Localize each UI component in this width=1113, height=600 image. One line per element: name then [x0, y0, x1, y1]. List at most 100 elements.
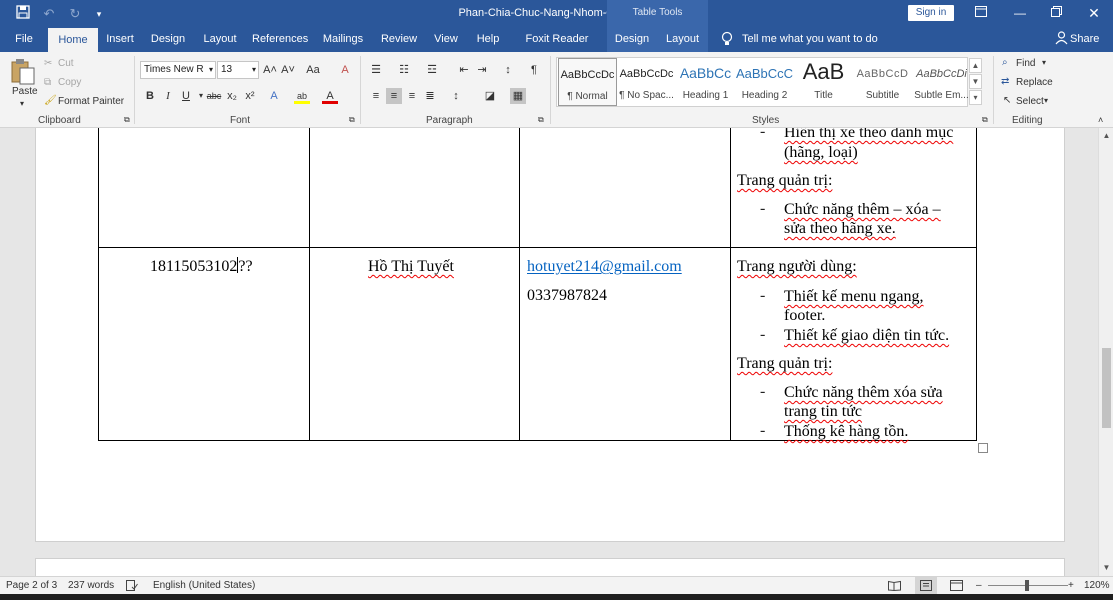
- bullet-text[interactable]: Chức năng thêm xóa sửa: [784, 383, 943, 403]
- gallery-up-icon[interactable]: ▲: [969, 58, 982, 73]
- customize-qat-icon[interactable]: ▾: [90, 5, 108, 23]
- share-button[interactable]: Share: [1070, 28, 1099, 52]
- paste-button[interactable]: Paste: [12, 86, 38, 97]
- find-button[interactable]: Find: [1016, 58, 1035, 69]
- web-layout-icon[interactable]: [950, 580, 963, 594]
- admin-heading[interactable]: Trang quản trị:: [737, 354, 832, 374]
- minimize-icon[interactable]: —: [1010, 4, 1030, 22]
- language[interactable]: English (United States): [153, 580, 255, 591]
- page-count[interactable]: Page 2 of 3: [6, 580, 57, 591]
- save-icon[interactable]: [14, 5, 32, 23]
- style-title[interactable]: AaB Title: [794, 58, 853, 106]
- strikethrough-button[interactable]: abc: [204, 88, 224, 104]
- email-link[interactable]: hotuyet214@gmail.com: [527, 257, 682, 277]
- phone-number[interactable]: 0337987824: [527, 286, 607, 306]
- justify-icon[interactable]: ≣: [422, 88, 438, 104]
- chevron-down-icon[interactable]: ▾: [209, 62, 213, 78]
- bold-button[interactable]: B: [142, 88, 158, 104]
- print-layout-button[interactable]: [915, 577, 937, 594]
- clipboard-launcher-icon[interactable]: ⧉: [124, 115, 130, 125]
- copy-button[interactable]: Copy: [58, 77, 81, 88]
- zoom-in-button[interactable]: +: [1068, 580, 1074, 591]
- admin-heading[interactable]: Trang quản trị:: [737, 171, 832, 191]
- document-page-next[interactable]: [35, 558, 1065, 576]
- tab-home[interactable]: Home: [48, 28, 98, 52]
- bullet-text[interactable]: footer.: [784, 306, 825, 326]
- align-left-icon[interactable]: ≡: [368, 88, 384, 104]
- close-icon[interactable]: ✕: [1084, 4, 1104, 22]
- tab-mailings[interactable]: Mailings: [320, 28, 366, 52]
- replace-button[interactable]: Replace: [1016, 77, 1053, 88]
- bullets-icon[interactable]: ☰: [368, 62, 384, 78]
- paste-dropdown-icon[interactable]: ▾: [20, 99, 24, 108]
- tab-insert[interactable]: Insert: [102, 28, 138, 52]
- sign-in-button[interactable]: Sign in: [908, 5, 954, 21]
- style-heading-2[interactable]: AaBbCcC Heading 2: [735, 58, 794, 106]
- zoom-level[interactable]: 120%: [1084, 580, 1110, 591]
- scroll-thumb[interactable]: [1102, 348, 1111, 428]
- style-normal[interactable]: AaBbCcDc ¶ Normal: [558, 58, 617, 106]
- chevron-down-icon[interactable]: ▾: [252, 62, 256, 78]
- font-color-icon[interactable]: A: [322, 88, 338, 104]
- font-launcher-icon[interactable]: ⧉: [349, 115, 355, 125]
- show-formatting-icon[interactable]: ¶: [526, 62, 542, 78]
- member-name[interactable]: Hồ Thị Tuyết: [368, 257, 454, 277]
- shrink-font-icon[interactable]: A˅: [280, 62, 296, 78]
- highlight-color-icon[interactable]: ab: [294, 88, 310, 104]
- tab-references[interactable]: References: [252, 28, 308, 52]
- paste-icon[interactable]: [10, 58, 36, 86]
- shading-icon[interactable]: ◪: [482, 88, 498, 104]
- tab-design[interactable]: Design: [148, 28, 188, 52]
- paragraph-launcher-icon[interactable]: ⧉: [538, 115, 544, 125]
- cut-button[interactable]: Cut: [58, 58, 74, 69]
- chevron-down-icon[interactable]: ▾: [1042, 58, 1046, 67]
- decrease-indent-icon[interactable]: ⇤: [456, 62, 472, 78]
- read-mode-icon[interactable]: [888, 580, 901, 594]
- numbering-icon[interactable]: ☷: [396, 62, 412, 78]
- table-resize-handle[interactable]: [978, 443, 988, 453]
- scroll-up-icon[interactable]: ▲: [1101, 130, 1112, 141]
- zoom-slider-thumb[interactable]: [1025, 580, 1029, 591]
- tab-file[interactable]: File: [8, 28, 40, 52]
- align-center-icon[interactable]: ≡: [386, 88, 402, 104]
- restore-icon[interactable]: [1046, 4, 1066, 22]
- style-subtle-emphasis[interactable]: AaBbCcDi Subtle Em...: [912, 58, 971, 106]
- font-size-combo[interactable]: 13 ▾: [217, 61, 259, 79]
- collapse-ribbon-icon[interactable]: ˄: [1098, 115, 1103, 125]
- redo-icon[interactable]: ↻: [66, 5, 84, 23]
- font-name-combo[interactable]: Times New R ▾: [140, 61, 216, 79]
- student-id-cell[interactable]: 18115053102??: [150, 257, 253, 277]
- tab-view[interactable]: View: [430, 28, 462, 52]
- align-right-icon[interactable]: ≡: [404, 88, 420, 104]
- sort-icon[interactable]: ↕: [500, 62, 516, 78]
- increase-indent-icon[interactable]: ⇥: [474, 62, 490, 78]
- style-no-spacing[interactable]: AaBbCcDc ¶ No Spac...: [617, 58, 676, 106]
- styles-launcher-icon[interactable]: ⧉: [982, 115, 988, 125]
- change-case-icon[interactable]: Aa: [302, 62, 324, 78]
- bullet-text[interactable]: sửa theo hãng xe.: [784, 219, 896, 239]
- underline-button[interactable]: U: [178, 88, 194, 104]
- share-person-icon[interactable]: [1052, 31, 1070, 49]
- bullet-text[interactable]: (hãng, loại): [784, 143, 858, 163]
- proofing-icon[interactable]: [126, 580, 138, 594]
- tab-foxit-reader-pdf[interactable]: Foxit Reader PDF: [515, 28, 599, 68]
- vertical-scrollbar[interactable]: ▲ ▼: [1098, 128, 1113, 576]
- bullet-text[interactable]: Hiển thị xe theo danh mục: [784, 128, 953, 143]
- chevron-down-icon[interactable]: ▾: [1044, 96, 1048, 105]
- select-button[interactable]: Select: [1016, 96, 1044, 107]
- style-heading-1[interactable]: AaBbCc Heading 1: [676, 58, 735, 106]
- zoom-out-button[interactable]: –: [976, 580, 982, 591]
- format-painter-button[interactable]: Format Painter: [58, 96, 124, 107]
- gallery-down-icon[interactable]: ▼: [969, 74, 982, 89]
- tab-layout[interactable]: Layout: [199, 28, 241, 52]
- undo-icon[interactable]: ↶: [40, 5, 58, 23]
- text-effects-icon[interactable]: A: [266, 88, 282, 104]
- bullet-text[interactable]: trang tin tức: [784, 402, 862, 422]
- italic-button[interactable]: I: [160, 88, 176, 104]
- subscript-button[interactable]: x₂: [224, 88, 240, 104]
- ribbon-display-icon[interactable]: [971, 4, 991, 22]
- bullet-text[interactable]: Thiết kế giao diện tin tức.: [784, 326, 949, 346]
- tab-table-layout[interactable]: Layout: [657, 28, 708, 52]
- document-area[interactable]: - Hiển thị xe theo danh mục (hãng, loại)…: [0, 128, 1098, 576]
- word-count[interactable]: 237 words: [68, 580, 114, 591]
